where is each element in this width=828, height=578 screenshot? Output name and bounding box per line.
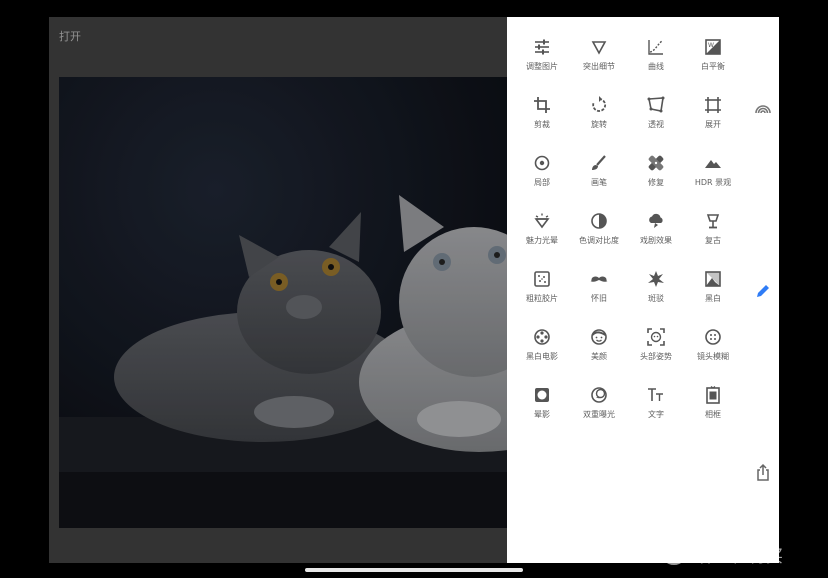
tool-vignette[interactable]: 晕影 xyxy=(512,385,572,429)
tool-healing[interactable]: 修复 xyxy=(626,153,686,197)
tool-double-exposure[interactable]: 双重曝光 xyxy=(569,385,629,429)
tool-glamour-glow[interactable]: 魅力光晕 xyxy=(512,211,572,255)
tool-head-pose[interactable]: 头部姿势 xyxy=(626,327,686,371)
details-triangle-icon xyxy=(591,41,607,55)
tool-tonal-contrast[interactable]: 色调对比度 xyxy=(569,211,629,255)
tool-curves[interactable]: 曲线 xyxy=(626,37,686,81)
share-export-icon[interactable] xyxy=(753,463,773,483)
tool-grunge[interactable]: 斑驳 xyxy=(626,269,686,313)
watermark-logo-icon: 值 xyxy=(661,539,687,565)
grainy-film-icon xyxy=(534,271,550,287)
healing-icon xyxy=(648,155,664,171)
home-indicator[interactable] xyxy=(305,568,523,572)
watermark: 值 什么值得买 xyxy=(660,538,820,567)
tool-white-balance[interactable]: W 白平衡 xyxy=(683,37,743,81)
text-tt-icon xyxy=(648,388,663,401)
tool-retrolux[interactable]: 怀旧 xyxy=(569,269,629,313)
open-button[interactable]: 打开 xyxy=(59,28,81,44)
drama-cloud-icon xyxy=(649,213,663,228)
hdr-mountain-icon xyxy=(705,160,721,168)
tune-sliders-icon xyxy=(535,39,549,55)
tonal-contrast-icon xyxy=(591,213,607,229)
edit-pencil-icon[interactable] xyxy=(753,281,773,301)
tool-black-white[interactable]: 黑白 xyxy=(683,269,743,313)
tools-panel: 调整图片 突出细节 曲线 W 白平衡 剪裁 旋转 透视 展开 局部 画笔 修复 … xyxy=(507,17,779,563)
noir-film-reel-icon xyxy=(534,329,550,345)
lens-blur-icon xyxy=(705,329,721,345)
crop-icon xyxy=(534,97,550,113)
frame-icon xyxy=(706,386,720,404)
curves-icon xyxy=(648,40,663,55)
tool-drama[interactable]: 戏剧效果 xyxy=(626,211,686,255)
tool-grainy-film[interactable]: 粗粒胶片 xyxy=(512,269,572,313)
vintage-lamp-icon xyxy=(706,214,720,229)
tool-label: 白平衡 xyxy=(701,62,725,71)
tool-text[interactable]: 文字 xyxy=(626,385,686,429)
tool-vintage[interactable]: 复古 xyxy=(683,211,743,255)
svg-text:W: W xyxy=(708,42,714,49)
glamour-glow-icon xyxy=(534,213,550,229)
tool-label: 复古 xyxy=(705,236,721,245)
vignette-icon xyxy=(535,388,549,402)
tool-lens-blur[interactable]: 镜头模糊 xyxy=(683,327,743,371)
tool-label: 相框 xyxy=(705,410,721,419)
tool-details[interactable]: 突出细节 xyxy=(569,37,629,81)
tool-rotate[interactable]: 旋转 xyxy=(569,95,629,139)
face-smile-icon xyxy=(591,329,607,345)
black-white-icon xyxy=(705,271,721,287)
tool-face-enhance[interactable]: 美颜 xyxy=(569,327,629,371)
tool-label: HDR 景观 xyxy=(694,178,732,187)
tool-label: 镜头模糊 xyxy=(697,352,729,361)
tool-expand[interactable]: 展开 xyxy=(683,95,743,139)
retrolux-mustache-icon xyxy=(590,276,608,282)
watermark-text: 什么值得买 xyxy=(698,547,783,567)
white-balance-icon: W xyxy=(705,39,721,55)
tool-frames[interactable]: 相框 xyxy=(683,385,743,429)
grunge-icon xyxy=(648,271,664,287)
head-pose-icon xyxy=(647,328,665,346)
tool-label: 黑白 xyxy=(705,294,721,303)
tool-brush[interactable]: 画笔 xyxy=(569,153,629,197)
double-exposure-icon xyxy=(591,387,607,403)
brush-icon xyxy=(592,155,606,170)
photo-preview xyxy=(59,77,507,528)
svg-text:值: 值 xyxy=(668,545,681,561)
rotate-icon xyxy=(592,96,607,112)
looks-icon[interactable] xyxy=(753,99,773,119)
tool-label: 展开 xyxy=(705,120,721,129)
tool-tune-image[interactable]: 调整图片 xyxy=(512,37,572,81)
cats-photo xyxy=(59,77,507,528)
tool-selective[interactable]: 局部 xyxy=(512,153,572,197)
app-window: 打开 调整图片 突出细节 曲线 W 白平衡 剪裁 旋转 透视 展开 局部 画笔 … xyxy=(49,17,779,563)
selective-icon xyxy=(534,155,550,171)
expand-icon xyxy=(705,97,721,113)
perspective-icon xyxy=(647,96,665,113)
tool-crop[interactable]: 剪裁 xyxy=(512,95,572,139)
tool-hdr[interactable]: HDR 景观 xyxy=(683,153,743,197)
tool-noir[interactable]: 黑白电影 xyxy=(512,327,572,371)
tool-perspective[interactable]: 透视 xyxy=(626,95,686,139)
